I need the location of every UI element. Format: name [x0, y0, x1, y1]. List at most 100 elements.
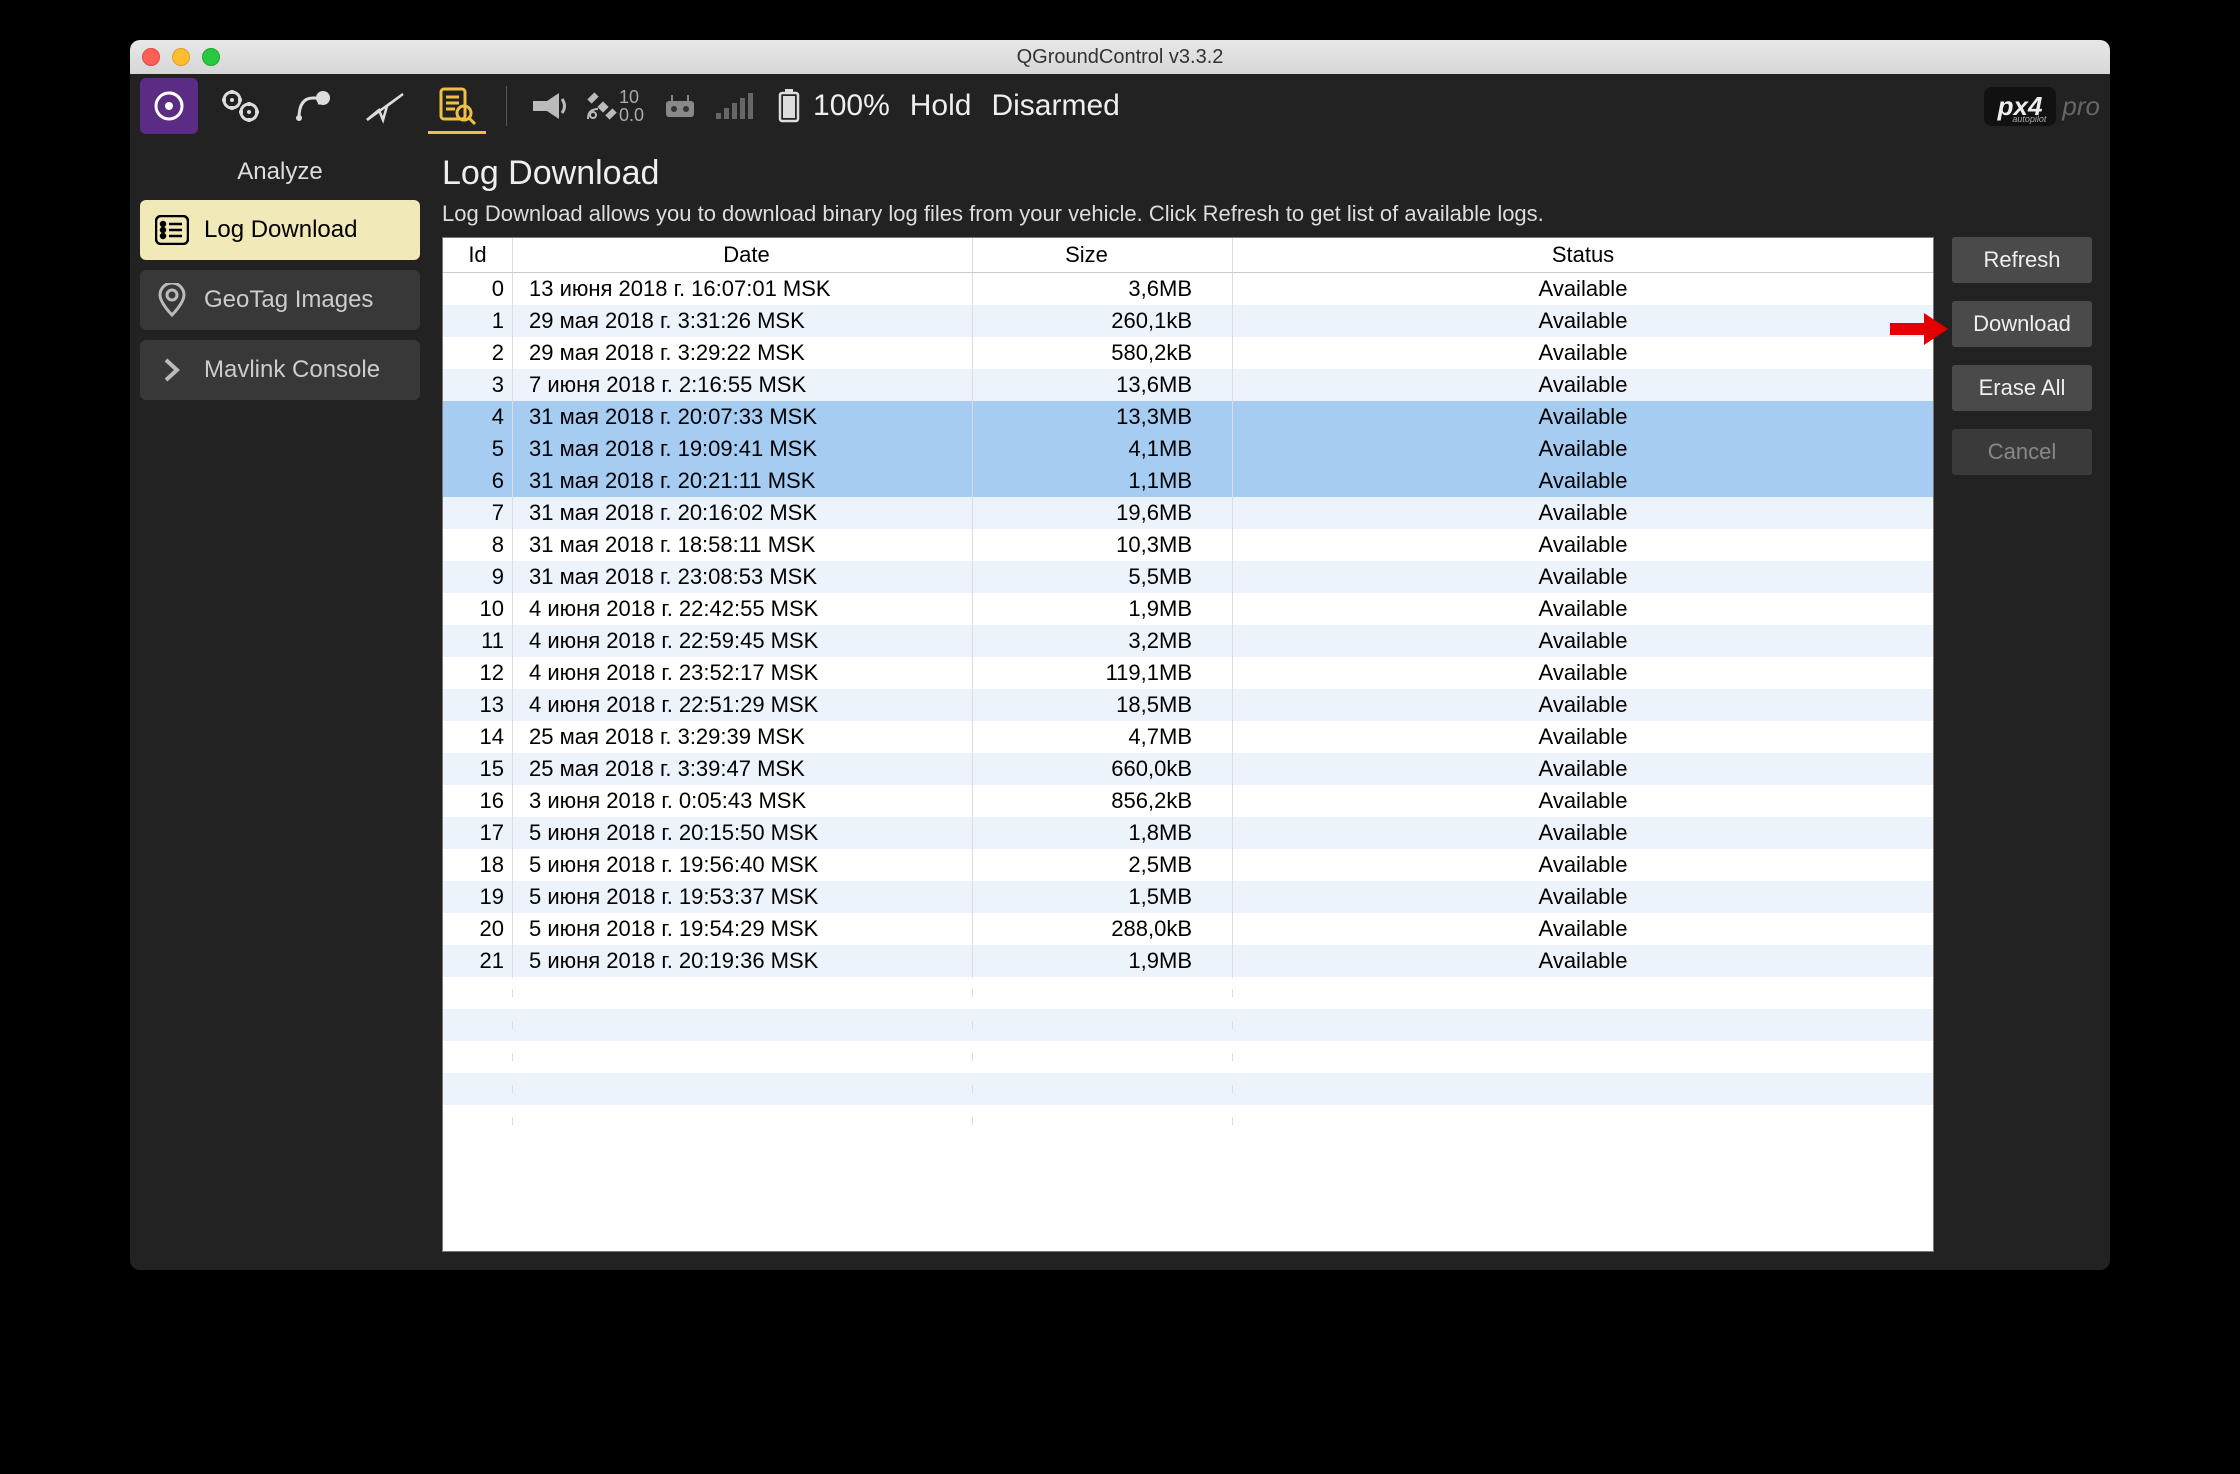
- cell-id: 15: [443, 752, 513, 786]
- table-row[interactable]: 531 мая 2018 г. 19:09:41 MSK4,1MBAvailab…: [443, 433, 1933, 465]
- sidebar-item-log-download[interactable]: Log Download: [140, 200, 420, 260]
- gps-status: 10 0.0: [585, 88, 644, 124]
- cell-status: Available: [1233, 720, 1933, 754]
- megaphone-icon[interactable]: [527, 78, 571, 134]
- cell-size: 4,7MB: [973, 720, 1233, 754]
- table-row[interactable]: 1525 мая 2018 г. 3:39:47 MSK660,0kBAvail…: [443, 753, 1933, 785]
- cell-date: 25 мая 2018 г. 3:39:47 MSK: [513, 752, 973, 786]
- cell-size: 1,8MB: [973, 816, 1233, 850]
- signal-bars-icon: [716, 93, 753, 119]
- cell-size: 13,6MB: [973, 368, 1233, 402]
- cancel-button[interactable]: Cancel: [1952, 429, 2092, 475]
- column-header-status[interactable]: Status: [1233, 238, 1933, 272]
- cell-date: 31 мая 2018 г. 20:16:02 MSK: [513, 496, 973, 530]
- toolbar-separator: [506, 86, 507, 126]
- sidebar-item-mavlink-console[interactable]: Mavlink Console: [140, 340, 420, 400]
- body: Analyze Log Download GeoTag Images Mavli…: [130, 138, 2110, 1270]
- cell-id: 5: [443, 432, 513, 466]
- download-button[interactable]: Download: [1952, 301, 2092, 347]
- sidebar-item-label: GeoTag Images: [204, 286, 373, 314]
- app-icon[interactable]: [140, 78, 198, 134]
- cell-status: Available: [1233, 496, 1933, 530]
- table-row[interactable]: 931 мая 2018 г. 23:08:53 MSK5,5MBAvailab…: [443, 561, 1933, 593]
- table-row[interactable]: 114 июня 2018 г. 22:59:45 MSK3,2MBAvaila…: [443, 625, 1933, 657]
- cell-date: 5 июня 2018 г. 20:19:36 MSK: [513, 944, 973, 978]
- cell-status: Available: [1233, 273, 1933, 306]
- cell-status: Available: [1233, 464, 1933, 498]
- column-header-id[interactable]: Id: [443, 238, 513, 272]
- waypoint-icon[interactable]: B: [284, 78, 342, 134]
- cell-status: Available: [1233, 432, 1933, 466]
- flight-mode: Hold: [910, 89, 972, 123]
- table-row[interactable]: 631 мая 2018 г. 20:21:11 MSK1,1MBAvailab…: [443, 465, 1933, 497]
- erase-all-button[interactable]: Erase All: [1952, 365, 2092, 411]
- table-row[interactable]: 431 мая 2018 г. 20:07:33 MSK13,3MBAvaila…: [443, 401, 1933, 433]
- cell-date: 5 июня 2018 г. 19:53:37 MSK: [513, 880, 973, 914]
- titlebar: QGroundControl v3.3.2: [130, 40, 2110, 74]
- table-row[interactable]: 129 мая 2018 г. 3:31:26 MSK260,1kBAvaila…: [443, 305, 1933, 337]
- cell-id: 11: [443, 624, 513, 658]
- cell-date: 4 июня 2018 г. 22:51:29 MSK: [513, 688, 973, 722]
- cell-size: 3,2MB: [973, 624, 1233, 658]
- table-row[interactable]: 229 мая 2018 г. 3:29:22 MSK580,2kBAvaila…: [443, 337, 1933, 369]
- cell-size: 1,9MB: [973, 592, 1233, 626]
- gps-satellites: 10: [619, 88, 644, 106]
- table-row[interactable]: 124 июня 2018 г. 23:52:17 MSK119,1MBAvai…: [443, 657, 1933, 689]
- chevron-right-icon: [154, 352, 190, 388]
- table-row[interactable]: 195 июня 2018 г. 19:53:37 MSK1,5MBAvaila…: [443, 881, 1933, 913]
- cell-id: 20: [443, 912, 513, 946]
- cell-size: 2,5MB: [973, 848, 1233, 882]
- cell-id: 13: [443, 688, 513, 722]
- cell-id: 3: [443, 368, 513, 402]
- cell-id: 6: [443, 464, 513, 498]
- cell-date: 5 июня 2018 г. 19:56:40 MSK: [513, 848, 973, 882]
- svg-text:B: B: [319, 92, 328, 106]
- table-row[interactable]: 1425 мая 2018 г. 3:29:39 MSK4,7MBAvailab…: [443, 721, 1933, 753]
- table-row[interactable]: 104 июня 2018 г. 22:42:55 MSK1,9MBAvaila…: [443, 593, 1933, 625]
- cell-size: 19,6MB: [973, 496, 1233, 530]
- window-title: QGroundControl v3.3.2: [130, 46, 2110, 69]
- table-row[interactable]: 831 мая 2018 г. 18:58:11 MSK10,3MBAvaila…: [443, 529, 1933, 561]
- analyze-icon[interactable]: [428, 78, 486, 134]
- table-row-empty: [443, 977, 1933, 1009]
- table-row[interactable]: 175 июня 2018 г. 20:15:50 MSK1,8MBAvaila…: [443, 817, 1933, 849]
- table-row[interactable]: 205 июня 2018 г. 19:54:29 MSK288,0kBAvai…: [443, 913, 1933, 945]
- table-row[interactable]: 731 мая 2018 г. 20:16:02 MSK19,6MBAvaila…: [443, 497, 1933, 529]
- cell-status: Available: [1233, 592, 1933, 626]
- sidebar-item-geotag-images[interactable]: GeoTag Images: [140, 270, 420, 330]
- column-header-size[interactable]: Size: [973, 238, 1233, 272]
- cell-size: 3,6MB: [973, 273, 1233, 306]
- cell-id: 17: [443, 816, 513, 850]
- cell-status: Available: [1233, 560, 1933, 594]
- cell-status: Available: [1233, 752, 1933, 786]
- table-row-empty: [443, 1105, 1933, 1137]
- cell-size: 580,2kB: [973, 336, 1233, 370]
- toolbar: B 10 0.0 100% Hold Disarmed: [130, 74, 2110, 138]
- cell-size: 1,5MB: [973, 880, 1233, 914]
- table-row-empty: [443, 1009, 1933, 1041]
- rc-icon: [658, 78, 702, 134]
- table-row[interactable]: 215 июня 2018 г. 20:19:36 MSK1,9MBAvaila…: [443, 945, 1933, 977]
- table-row[interactable]: 37 июня 2018 г. 2:16:55 MSK13,6MBAvailab…: [443, 369, 1933, 401]
- column-header-date[interactable]: Date: [513, 238, 973, 272]
- content-row: Id Date Size Status 013 июня 2018 г. 16:…: [442, 237, 2092, 1252]
- battery-status: 100%: [777, 88, 890, 124]
- table-row[interactable]: 013 июня 2018 г. 16:07:01 MSK3,6MBAvaila…: [443, 273, 1933, 305]
- battery-icon: [777, 88, 801, 124]
- cell-date: 4 июня 2018 г. 22:42:55 MSK: [513, 592, 973, 626]
- cell-size: 1,9MB: [973, 944, 1233, 978]
- cell-id: 7: [443, 496, 513, 530]
- table-row[interactable]: 134 июня 2018 г. 22:51:29 MSK18,5MBAvail…: [443, 689, 1933, 721]
- table-row[interactable]: 163 июня 2018 г. 0:05:43 MSK856,2kBAvail…: [443, 785, 1933, 817]
- log-table: Id Date Size Status 013 июня 2018 г. 16:…: [442, 237, 1934, 1252]
- cell-status: Available: [1233, 944, 1933, 978]
- refresh-button[interactable]: Refresh: [1952, 237, 2092, 283]
- table-row-empty: [443, 1041, 1933, 1073]
- settings-icon[interactable]: [212, 78, 270, 134]
- table-row[interactable]: 185 июня 2018 г. 19:56:40 MSK2,5MBAvaila…: [443, 849, 1933, 881]
- cell-size: 660,0kB: [973, 752, 1233, 786]
- plane-icon[interactable]: [356, 78, 414, 134]
- app-window: QGroundControl v3.3.2 B 10 0.0: [130, 40, 2110, 1270]
- cell-date: 4 июня 2018 г. 22:59:45 MSK: [513, 624, 973, 658]
- cell-date: 29 мая 2018 г. 3:31:26 MSK: [513, 304, 973, 338]
